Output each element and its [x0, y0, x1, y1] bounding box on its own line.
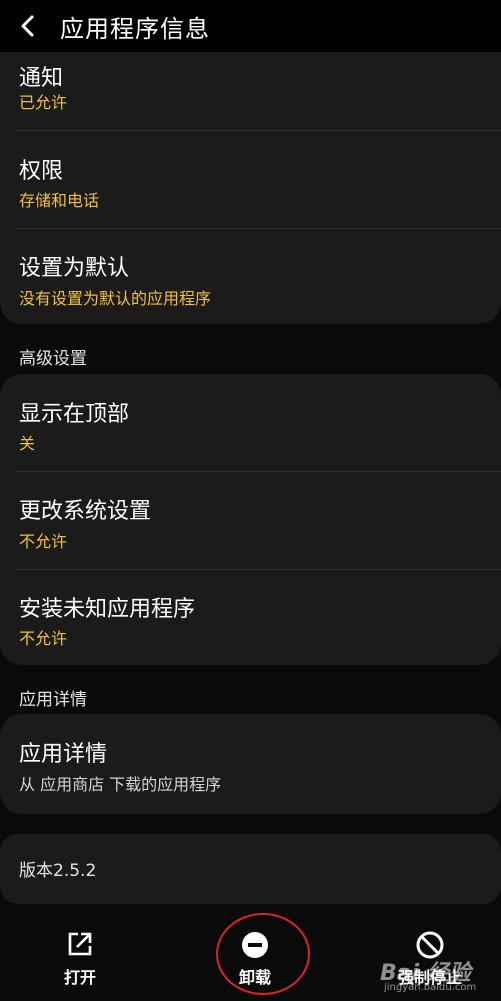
- advanced-section-label: 高级设置: [19, 349, 87, 369]
- version-label: 版本2.5.2: [19, 861, 97, 881]
- watermark-url: jingyan.baidu.com: [384, 982, 477, 993]
- modify-system-settings-status: 不允许: [19, 532, 68, 551]
- open-label: 打开: [63, 968, 96, 987]
- back-button[interactable]: [0, 0, 56, 52]
- page-title: 应用程序信息: [60, 14, 210, 43]
- display-on-top-status: 关: [19, 434, 36, 453]
- modify-system-settings-title: 更改系统设置: [19, 499, 152, 524]
- display-on-top-row[interactable]: 显示在顶部 关: [0, 374, 501, 471]
- default-app-status: 没有设置为默认的应用程序: [19, 289, 212, 308]
- permissions-title: 权限: [19, 159, 64, 184]
- app-details-row[interactable]: 应用详情 从 应用商店 下载的应用程序: [0, 714, 501, 814]
- app-details-title: 应用详情: [19, 742, 108, 767]
- permissions-status: 存储和电话: [19, 191, 100, 210]
- back-arrow-icon: [21, 15, 34, 37]
- highlight-circle: [216, 913, 310, 995]
- install-unknown-apps-status: 不允许: [19, 629, 68, 648]
- install-unknown-apps-title: 安装未知应用程序: [19, 597, 196, 622]
- notification-title: 通知: [19, 66, 64, 91]
- install-unknown-apps-row[interactable]: 安装未知应用程序 不允许: [0, 570, 501, 665]
- display-on-top-title: 显示在顶部: [19, 402, 130, 427]
- permissions-row[interactable]: 权限 存储和电话: [0, 131, 501, 228]
- default-app-title: 设置为默认: [19, 256, 130, 281]
- modify-system-settings-row[interactable]: 更改系统设置 不允许: [0, 472, 501, 569]
- open-external-icon: [68, 932, 92, 956]
- app-bar: 应用程序信息: [0, 0, 501, 52]
- app-details-section-label: 应用详情: [19, 690, 87, 710]
- default-app-row[interactable]: 设置为默认 没有设置为默认的应用程序: [0, 229, 501, 324]
- notification-status: 已允许: [19, 93, 68, 112]
- app-details-source: 从 应用商店 下载的应用程序: [19, 775, 222, 794]
- open-button[interactable]: 打开: [20, 915, 140, 1001]
